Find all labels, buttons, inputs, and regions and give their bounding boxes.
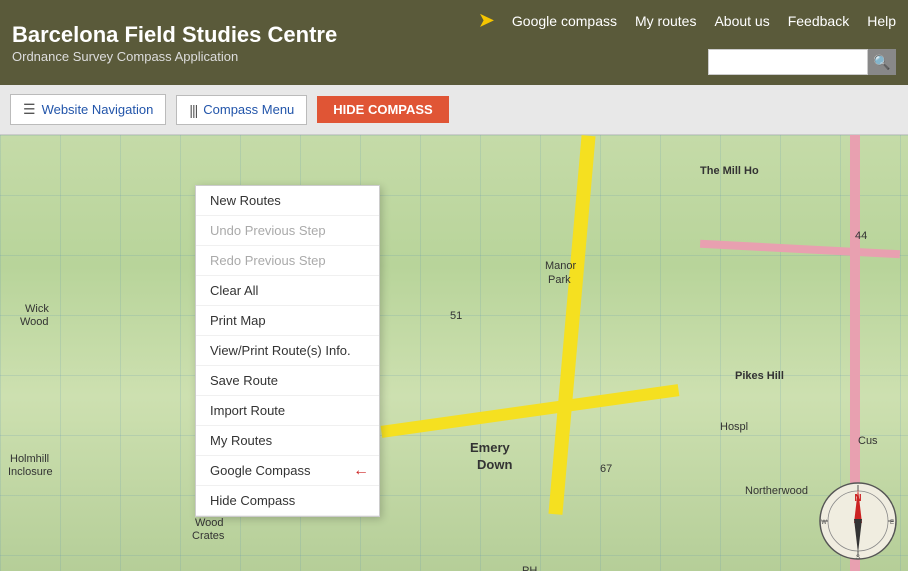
map-label-pikes-hill: Pikes Hill (735, 370, 784, 382)
google-compass-arrow-indicator: ← (353, 462, 369, 480)
nav-about-us[interactable]: About us (714, 13, 769, 29)
map-label-wick-wood: Wick (25, 303, 49, 315)
google-compass-arrow-icon: ➤ (479, 10, 494, 31)
compass-menu-item-new-routes[interactable]: New Routes (196, 186, 379, 216)
map-label-hospl: Hospl (720, 421, 748, 433)
map-area[interactable]: The Mill Ho Manor Park Pikes Hill Wick W… (0, 135, 908, 571)
compass-menu-item-google-compass[interactable]: Google Compass← (196, 456, 379, 486)
compass-menu-button[interactable]: ||| Compass Menu (176, 95, 307, 125)
map-label-num51: 51 (450, 310, 462, 322)
toolbar: ☰ Website Navigation ||| Compass Menu HI… (0, 85, 908, 135)
map-label-wood-crates: Wood (195, 517, 224, 529)
compass-menu-item-hide-compass[interactable]: Hide Compass (196, 486, 379, 516)
nav-google-compass[interactable]: Google compass (512, 13, 617, 29)
map-label-manor-park: Manor (545, 260, 576, 272)
compass-menu-item-print-map[interactable]: Print Map (196, 306, 379, 336)
map-label-manor-park2: Park (548, 274, 571, 286)
nav-help[interactable]: Help (867, 13, 896, 29)
compass-menu-item-redo-step: Redo Previous Step (196, 246, 379, 276)
map-label-ph1: PH (522, 565, 537, 571)
svg-text:W: W (821, 520, 827, 526)
map-label-inclosure: Inclosure (8, 466, 53, 478)
hide-compass-label: HIDE COMPASS (333, 102, 432, 117)
nav-feedback[interactable]: Feedback (788, 13, 849, 29)
search-input[interactable] (708, 49, 868, 75)
map-label-num67: 67 (600, 463, 612, 475)
map-label-mill-ho: The Mill Ho (700, 165, 759, 177)
header: Barcelona Field Studies Centre Ordnance … (0, 0, 908, 85)
hide-compass-button[interactable]: HIDE COMPASS (317, 96, 448, 123)
map-label-wick-wood2: Wood (20, 316, 49, 328)
nav-my-routes[interactable]: My routes (635, 13, 696, 29)
map-label-holmhill: Holmhill (10, 453, 49, 465)
svg-text:S: S (856, 555, 860, 561)
map-label-wood-crates2: Crates (192, 530, 224, 542)
svg-text:E: E (890, 520, 894, 526)
compass-menu-item-save-route[interactable]: Save Route (196, 366, 379, 396)
map-label-emery-down2: Down (477, 457, 512, 472)
map-background (0, 135, 908, 571)
hamburger-icon: ☰ (23, 101, 36, 118)
map-label-emery-down: Emery (470, 440, 510, 455)
compass-menu-list: New RoutesUndo Previous StepRedo Previou… (196, 186, 379, 516)
svg-text:N: N (854, 493, 861, 504)
search-button[interactable]: 🔍 (868, 49, 896, 75)
compass-menu-item-undo-step: Undo Previous Step (196, 216, 379, 246)
compass-dropdown: New RoutesUndo Previous StepRedo Previou… (195, 185, 380, 517)
compass-menu-label: Compass Menu (203, 102, 294, 117)
header-nav: ➤ Google compass My routes About us Feed… (479, 10, 896, 31)
map-label-northerwood: Northerwood (745, 485, 808, 497)
compass-menu-item-clear-all[interactable]: Clear All (196, 276, 379, 306)
bars-icon: ||| (189, 102, 197, 118)
website-nav-label: Website Navigation (42, 102, 154, 117)
map-label-num44: 44 (855, 230, 867, 242)
compass-menu-item-view-print-routes[interactable]: View/Print Route(s) Info. (196, 336, 379, 366)
compass-rose: N S W E (818, 481, 898, 561)
website-nav-button[interactable]: ☰ Website Navigation (10, 94, 166, 125)
compass-menu-item-my-routes[interactable]: My Routes (196, 426, 379, 456)
map-label-cus: Cus (858, 435, 878, 447)
compass-menu-item-import-route[interactable]: Import Route (196, 396, 379, 426)
search-bar: 🔍 (708, 49, 896, 75)
